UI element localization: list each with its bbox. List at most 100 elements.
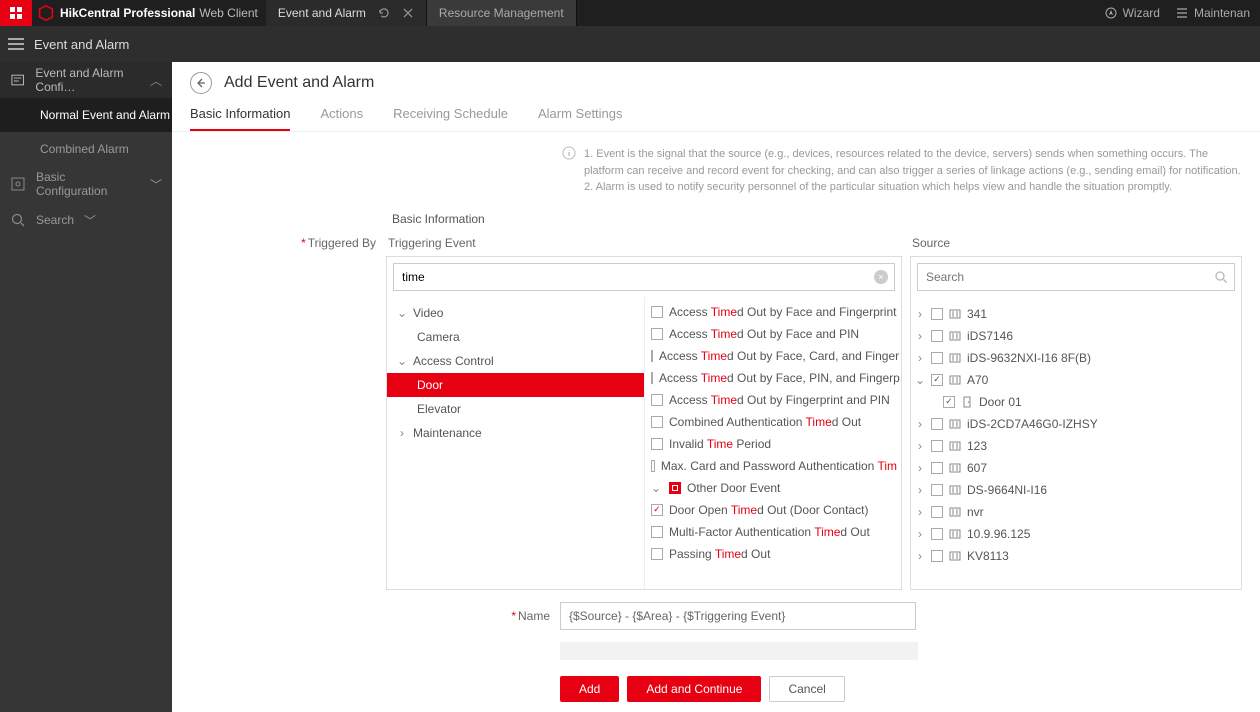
tab-schedule[interactable]: Receiving Schedule bbox=[393, 106, 508, 131]
name-input[interactable] bbox=[560, 602, 916, 630]
wizard-link[interactable]: Wizard bbox=[1105, 6, 1160, 20]
settings-icon bbox=[10, 176, 26, 192]
top-tab-active[interactable]: Event and Alarm bbox=[266, 0, 427, 26]
event-item[interactable]: Access Timed Out by Face, PIN, and Finge… bbox=[651, 367, 897, 389]
event-item[interactable]: Access Timed Out by Face and Fingerprint bbox=[651, 301, 897, 323]
event-search-input[interactable] bbox=[400, 269, 874, 285]
tree-node-label: 341 bbox=[967, 307, 987, 321]
category-list: ⌄Video Camera ⌄Access Control Door Eleva… bbox=[387, 297, 645, 589]
tree-node[interactable]: ›DS-9664NI-I16 bbox=[915, 479, 1237, 501]
tree-node-label: DS-9664NI-I16 bbox=[967, 483, 1047, 497]
tree-node[interactable]: ›607 bbox=[915, 457, 1237, 479]
event-item[interactable]: Multi-Factor Authentication Timed Out bbox=[651, 521, 897, 543]
source-tree[interactable]: › 341 ›iDS7146 ›iDS-9632NXI-I16 8F(B) ⌄A7… bbox=[911, 297, 1241, 589]
content-tabs: Basic Information Actions Receiving Sche… bbox=[172, 98, 1260, 132]
sidebar-item-normal[interactable]: Normal Event and Alarm bbox=[0, 98, 172, 132]
sidebar-item-config[interactable]: Event and Alarm Confi… ︿ bbox=[0, 62, 172, 98]
sidebar-item-label: Basic Configuration bbox=[36, 170, 140, 198]
tree-node-label: 10.9.96.125 bbox=[967, 527, 1030, 541]
tree-node[interactable]: › 341 bbox=[915, 303, 1237, 325]
device-icon bbox=[949, 440, 961, 452]
label-triggering-event: Triggering Event bbox=[388, 236, 902, 250]
event-item[interactable]: Access Timed Out by Face and PIN bbox=[651, 323, 897, 345]
checkbox-checked-icon[interactable] bbox=[931, 374, 943, 386]
sidebar-item-combined[interactable]: Combined Alarm bbox=[0, 132, 172, 166]
source-search-input[interactable] bbox=[924, 269, 1214, 285]
event-search-box[interactable]: × bbox=[393, 263, 895, 291]
tree-node[interactable]: ›iDS-9632NXI-I16 8F(B) bbox=[915, 347, 1237, 369]
category-video[interactable]: ⌄Video bbox=[387, 301, 644, 325]
refresh-icon[interactable] bbox=[378, 7, 390, 19]
tree-node-child[interactable]: Door 01 bbox=[915, 391, 1237, 413]
event-item[interactable]: Combined Authentication Timed Out bbox=[651, 411, 897, 433]
category-elevator[interactable]: Elevator bbox=[387, 397, 644, 421]
info-line-2: 2. Alarm is used to notify security pers… bbox=[584, 179, 1242, 196]
config-icon bbox=[10, 72, 25, 88]
tab-alarm[interactable]: Alarm Settings bbox=[538, 106, 623, 131]
apps-icon[interactable] bbox=[0, 0, 32, 26]
device-icon bbox=[949, 374, 961, 386]
cancel-button[interactable]: Cancel bbox=[769, 676, 844, 702]
event-item[interactable]: Max. Card and Password Authentication Ti… bbox=[651, 455, 897, 477]
checkbox-checked-icon[interactable] bbox=[943, 396, 955, 408]
event-item[interactable]: Access Timed Out by Fingerprint and PIN bbox=[651, 389, 897, 411]
category-label: Elevator bbox=[417, 402, 461, 416]
category-maintenance[interactable]: › Maintenance bbox=[387, 421, 644, 445]
page-title: Add Event and Alarm bbox=[224, 74, 374, 92]
clear-search-icon[interactable]: × bbox=[874, 270, 888, 284]
menu-icon bbox=[1176, 7, 1188, 19]
sidebar-item-basic[interactable]: Basic Configuration ﹀ bbox=[0, 166, 172, 202]
chevron-right-icon: › bbox=[397, 426, 407, 440]
label-triggered-by: Triggered By bbox=[172, 236, 386, 250]
category-door[interactable]: Door bbox=[387, 373, 644, 397]
category-access[interactable]: ⌄Access Control bbox=[387, 349, 644, 373]
tree-node-expanded[interactable]: ⌄A70 bbox=[915, 369, 1237, 391]
tree-node[interactable]: ›KV8113 bbox=[915, 545, 1237, 567]
info-line-1: 1. Event is the signal that the source (… bbox=[584, 146, 1242, 179]
close-tab-icon[interactable] bbox=[402, 7, 414, 19]
sidebar-item-search[interactable]: Search ﹀ bbox=[0, 202, 172, 238]
tree-node[interactable]: ›iDS-2CD7A46G0-IZHSY bbox=[915, 413, 1237, 435]
tree-node[interactable]: ›nvr bbox=[915, 501, 1237, 523]
category-camera[interactable]: Camera bbox=[387, 325, 644, 349]
top-tab-inactive[interactable]: Resource Management bbox=[427, 0, 577, 26]
event-section[interactable]: ⌄Other Door Event bbox=[651, 477, 897, 499]
event-item[interactable]: Door Open Timed Out (Door Contact) bbox=[651, 499, 897, 521]
add-button[interactable]: Add bbox=[560, 676, 619, 702]
tree-node-label: 123 bbox=[967, 439, 987, 453]
tree-node-label: iDS-2CD7A46G0-IZHSY bbox=[967, 417, 1098, 431]
wizard-label: Wizard bbox=[1123, 6, 1160, 20]
tree-node[interactable]: ›iDS7146 bbox=[915, 325, 1237, 347]
search-icon bbox=[10, 212, 26, 228]
top-bar: HikCentral ProfessionalWeb Client Event … bbox=[0, 0, 1260, 26]
tab-actions[interactable]: Actions bbox=[320, 106, 363, 131]
source-search-box[interactable] bbox=[917, 263, 1235, 291]
label-name: Name bbox=[172, 609, 560, 623]
checkbox-indeterminate-icon[interactable] bbox=[669, 482, 681, 494]
tree-node[interactable]: ›10.9.96.125 bbox=[915, 523, 1237, 545]
label-source: Source bbox=[912, 236, 1242, 250]
event-list[interactable]: Access Timed Out by Face and Fingerprint… bbox=[645, 297, 901, 589]
checkbox-icon[interactable] bbox=[931, 308, 943, 320]
tree-node[interactable]: ›123 bbox=[915, 435, 1237, 457]
back-button[interactable] bbox=[190, 72, 212, 94]
category-label: Video bbox=[413, 306, 443, 320]
tree-node-label: iDS-9632NXI-I16 8F(B) bbox=[967, 351, 1091, 365]
module-title: Event and Alarm bbox=[34, 37, 129, 52]
event-item[interactable]: Passing Timed Out bbox=[651, 543, 897, 565]
top-tab-active-label: Event and Alarm bbox=[278, 6, 366, 20]
maintenance-label: Maintenan bbox=[1194, 6, 1250, 20]
event-item[interactable]: Invalid Time Period bbox=[651, 433, 897, 455]
menu-toggle-icon[interactable] bbox=[8, 38, 24, 50]
footer-buttons: Add Add and Continue Cancel bbox=[560, 676, 845, 702]
maintenance-link[interactable]: Maintenan bbox=[1176, 6, 1250, 20]
tab-basic[interactable]: Basic Information bbox=[190, 106, 290, 131]
sidebar-item-label: Combined Alarm bbox=[40, 142, 129, 156]
add-continue-button[interactable]: Add and Continue bbox=[627, 676, 761, 702]
checkbox-checked-icon[interactable] bbox=[651, 504, 663, 516]
category-label: Maintenance bbox=[413, 426, 482, 440]
search-icon[interactable] bbox=[1214, 270, 1228, 284]
event-item[interactable]: Access Timed Out by Face, Card, and Fing… bbox=[651, 345, 897, 367]
arrow-left-icon bbox=[195, 77, 207, 89]
chevron-right-icon: › bbox=[915, 307, 925, 321]
